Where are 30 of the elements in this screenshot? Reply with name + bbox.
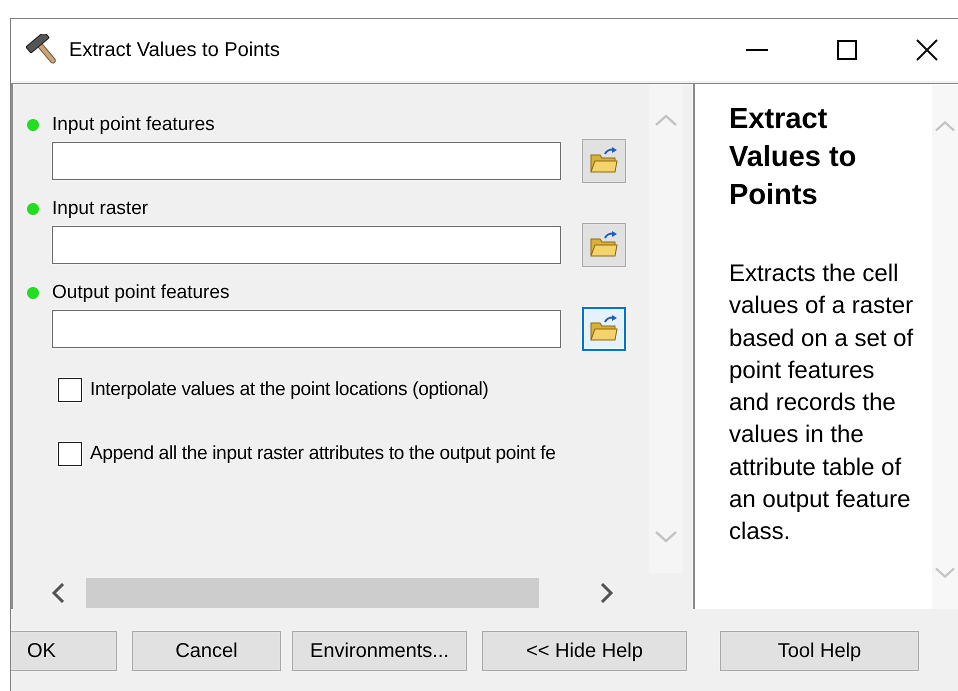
- maximize-icon: [837, 40, 857, 60]
- dialog-button[interactable]: << Hide Help: [482, 631, 687, 671]
- parameter-label: Input raster: [52, 196, 148, 221]
- parameter-label: Input point features: [52, 112, 215, 137]
- scrollbar-thumb[interactable]: [86, 578, 539, 608]
- dialog-button[interactable]: Tool Help: [720, 631, 919, 671]
- window-title: Extract Values to Points: [69, 38, 280, 63]
- parameter-label: Output point features: [52, 280, 230, 305]
- dialog-button[interactable]: Environments...: [292, 631, 467, 671]
- checkbox-label: Interpolate values at the point locations (optional): [90, 378, 488, 402]
- dialog-button[interactable]: Cancel: [132, 631, 281, 671]
- folder-icon: [589, 315, 619, 343]
- folder-icon: [589, 231, 619, 259]
- input-field[interactable]: [52, 226, 561, 264]
- checkbox[interactable]: [58, 442, 82, 466]
- browse-button[interactable]: [582, 139, 626, 183]
- browse-button[interactable]: [582, 307, 626, 351]
- browse-button[interactable]: [582, 223, 626, 267]
- dialog-button[interactable]: OK: [11, 631, 117, 671]
- input-field[interactable]: [52, 310, 561, 348]
- minimize-icon: [746, 49, 768, 51]
- input-field[interactable]: [52, 142, 561, 180]
- help-description: Extracts the cell values of a raster based on a set of point features and records the values in the attribute table of an output feature class.: [729, 259, 914, 548]
- checkbox[interactable]: [58, 378, 82, 402]
- checkbox-label: Append all the input raster attributes to the output point fe: [90, 442, 556, 466]
- help-title: Extract Values to Points: [729, 102, 858, 213]
- folder-icon: [589, 147, 619, 175]
- scroll-left-icon[interactable]: [52, 583, 64, 603]
- scroll-right-icon[interactable]: [601, 583, 613, 603]
- close-icon: [916, 39, 938, 61]
